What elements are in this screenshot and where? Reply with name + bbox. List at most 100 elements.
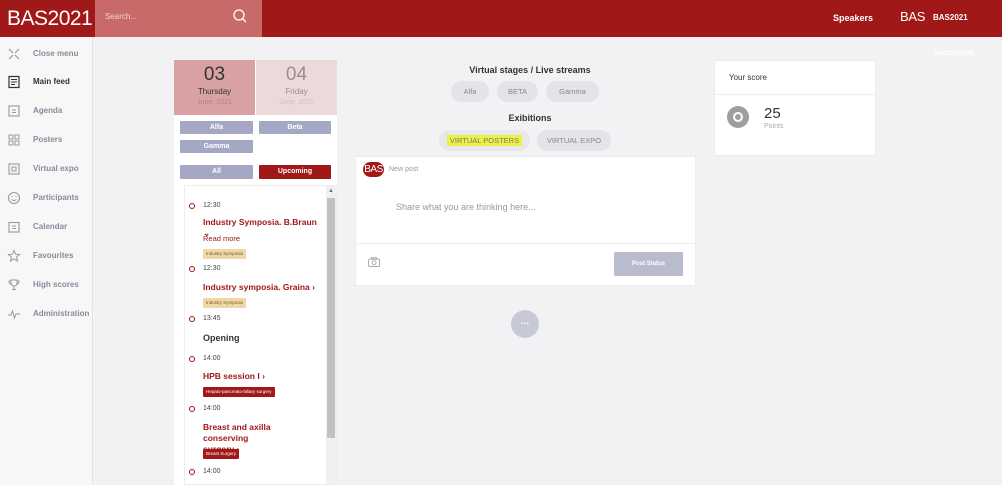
trophy-icon	[8, 279, 20, 290]
score-value: 25	[764, 105, 781, 122]
stage-pill-alfa[interactable]: Alfa	[451, 81, 489, 102]
filter-upcoming-button[interactable]: Upcoming	[259, 165, 331, 179]
event-tag: Industry Symposia	[203, 298, 247, 308]
virtual-posters-button[interactable]: VIRTUAL POSTERS	[439, 130, 530, 151]
sidebar-item-calendar[interactable]: Calendar	[0, 214, 93, 242]
event-title: HPB session I	[203, 371, 260, 381]
timeline-dot	[189, 356, 195, 362]
brand-logo[interactable]: BAS2021	[0, 0, 93, 37]
exhibitions-title: Exibitions	[508, 113, 552, 123]
load-more-button[interactable]: ...	[511, 310, 539, 338]
event-title[interactable]: Opening	[203, 333, 318, 344]
event-title-link[interactable]: HPB session I ›	[203, 371, 318, 382]
feed-icon	[8, 75, 20, 89]
speakers-link[interactable]: Speakers	[833, 0, 873, 37]
sidebar-item-label: Administration	[33, 309, 90, 318]
agenda-list[interactable]: 12:30 Industry Symposia. B.Braun ⌄ Read …	[184, 185, 337, 485]
post-textarea[interactable]: Share what you are thinking here...	[396, 202, 536, 212]
event-time: 14:00	[203, 405, 221, 412]
event-time: 14:00	[203, 355, 221, 362]
avatar: BAS	[363, 162, 384, 177]
scrollbar[interactable]: ▲	[326, 186, 336, 484]
search-placeholder: Search...	[105, 12, 138, 21]
sidebar-item-posters[interactable]: Posters	[0, 127, 93, 155]
medal-icon	[727, 106, 749, 128]
agenda-panel: 03 Thursday June, 2021 04 Friday June, 2…	[174, 60, 337, 485]
user-menu[interactable]: BAS2021 Secretariat	[933, 0, 1002, 70]
stage-pill-gamma[interactable]: Gamma	[546, 81, 599, 102]
camera-icon[interactable]	[368, 257, 380, 267]
date-tab[interactable]: 04 Friday June, 2021	[256, 60, 337, 115]
top-bar: BAS2021 Search... Speakers BAS BAS2021 S…	[0, 0, 1002, 57]
event-title-link[interactable]: Industry symposia. Graina ›	[203, 282, 318, 293]
stage-chip-gamma[interactable]: Gamma	[180, 140, 253, 153]
date-tab-active[interactable]: 03 Thursday June, 2021	[174, 60, 255, 115]
date-month: June, 2021	[197, 99, 232, 106]
date-day: 03	[203, 64, 226, 85]
read-more-link[interactable]: Read more	[203, 234, 240, 243]
sidebar-item-label: Participants	[33, 193, 79, 202]
posters-icon	[8, 134, 20, 146]
event-title: Industry symposia. Graina	[203, 282, 310, 292]
event-tag: Breast Surgery	[203, 449, 240, 459]
date-day: 04	[285, 64, 308, 85]
sidebar-item-administration[interactable]: Administration	[0, 301, 93, 329]
sidebar-item-agenda[interactable]: Agenda	[0, 98, 93, 126]
chevron-right-icon: ›	[312, 282, 315, 292]
sidebar-item-participants[interactable]: Participants	[0, 185, 93, 213]
event-time: 14:00	[203, 468, 221, 475]
score-unit: Points	[764, 123, 784, 130]
sidebar-item-label: Posters	[33, 135, 63, 144]
date-month: June, 2021	[279, 99, 314, 106]
sidebar-item-label: Calendar	[33, 222, 68, 231]
date-weekday: Thursday	[197, 87, 232, 96]
sidebar-item-main-feed[interactable]: Main feed	[0, 69, 93, 97]
scroll-up-icon[interactable]: ▲	[328, 188, 334, 194]
sidebar-item-label: High scores	[33, 280, 79, 289]
event-title: Breast and axilla conserving	[203, 422, 271, 443]
divider	[356, 243, 697, 244]
sidebar-item-close-menu[interactable]: Close menu	[0, 41, 93, 69]
search-icon[interactable]	[232, 8, 248, 26]
post-status-button[interactable]: Post Status	[614, 252, 683, 276]
event-title: Industry Symposia. B.Braun	[203, 217, 317, 227]
sidebar-item-favourites[interactable]: Favourites	[0, 243, 93, 271]
sidebar-item-virtual-expo[interactable]: Virtual expo	[0, 156, 93, 184]
score-card: Your score 25 Points	[714, 60, 877, 156]
event-tag: Industry Symposia	[203, 249, 247, 259]
timeline-dot	[189, 406, 195, 412]
divider	[715, 94, 877, 95]
event-time: 12:30	[203, 265, 221, 272]
search-box[interactable]: Search...	[95, 0, 262, 37]
virtual-expo-button[interactable]: VIRTUAL EXPO	[537, 130, 611, 151]
sidebar-item-label: Agenda	[33, 106, 63, 115]
filter-all-button[interactable]: All	[180, 165, 253, 179]
virtual-stages-title: Virtual stages / Live streams	[469, 65, 591, 75]
stage-chip-alfa[interactable]: Alfa	[180, 121, 253, 134]
close-icon	[8, 48, 20, 60]
sidebar-item-label: Close menu	[33, 49, 79, 58]
stage-chip-beta[interactable]: Beta	[259, 121, 331, 134]
score-title: Your score	[729, 73, 767, 82]
event-tag: Hepato-pancreato-biliary surgery	[203, 387, 275, 397]
stage-pill-beta[interactable]: BETA	[497, 81, 538, 102]
date-weekday: Friday	[285, 87, 308, 96]
sidebar-item-label: Favourites	[33, 251, 74, 260]
expo-icon	[8, 163, 20, 175]
timeline-dot	[189, 316, 195, 322]
star-icon	[7, 249, 21, 263]
new-post-label: New post	[389, 166, 419, 173]
new-post-card: BAS New post Share what you are thinking…	[355, 156, 697, 286]
chevron-right-icon: ›	[262, 371, 265, 381]
sidebar-item-high-scores[interactable]: High scores	[0, 272, 93, 300]
org-logo: BAS	[900, 9, 926, 24]
sidebar-item-label: Main feed	[33, 77, 70, 86]
scrollbar-thumb[interactable]	[327, 198, 335, 438]
sidebar-item-label: Virtual expo	[33, 164, 79, 173]
sidebar: Close menu Main feed Agenda Posters Virt…	[0, 37, 93, 485]
pill-label: VIRTUAL POSTERS	[446, 135, 523, 146]
agenda-icon	[8, 105, 20, 117]
calendar-icon	[8, 221, 20, 233]
timeline-dot	[189, 469, 195, 475]
timeline-dot	[189, 266, 195, 272]
